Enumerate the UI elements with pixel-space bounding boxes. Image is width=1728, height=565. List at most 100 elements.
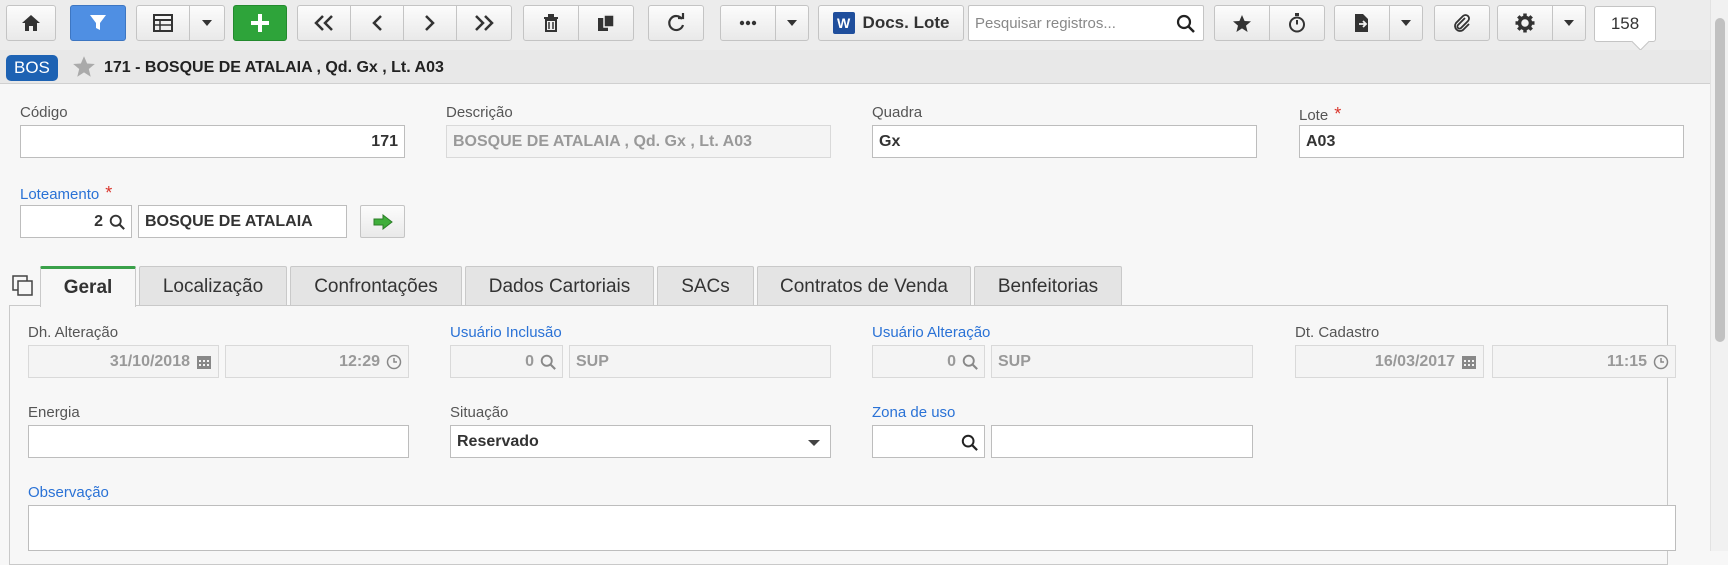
favorite-star-icon[interactable] [72,55,96,78]
document-export-icon [1355,14,1368,32]
module-badge: BOS [6,55,58,81]
dt-cadastro-time: 11:15 [1606,353,1647,370]
word-document-icon: W [832,12,855,34]
codigo-field[interactable]: 171 [20,125,405,158]
last-record-button[interactable] [456,5,512,41]
codigo-label: Código [20,104,68,121]
dh-alteracao-time: 12:29 [339,353,380,370]
situacao-value: Reservado [457,433,539,450]
more-actions-button[interactable] [720,5,776,41]
situacao-label: Situação [450,404,509,421]
next-record-button[interactable] [403,5,457,41]
plus-icon [251,14,269,32]
home-icon [22,15,40,31]
ellipsis-icon [739,20,757,26]
table-icon [153,14,173,32]
timer-button[interactable] [1269,5,1325,41]
search-box [968,5,1204,41]
dh-alteracao-label: Dh. Alteração [28,324,119,341]
usuario-alteracao-code-field: 0 [872,345,985,378]
delete-button[interactable] [523,5,579,41]
loteamento-code-field[interactable]: 2 [20,205,132,238]
usuario-inclusao-code-field: 0 [450,345,563,378]
energia-field[interactable] [28,425,409,458]
loteamento-label[interactable]: Loteamento * [20,183,112,204]
search-icon [540,354,556,370]
loteamento-name-field[interactable]: BOSQUE DE ATALAIA [138,205,347,238]
lote-label: Lote * [1299,104,1341,125]
export-dropdown[interactable] [1389,5,1423,41]
dh-alteracao-date-field: 31/10/2018 [28,345,219,378]
dh-alteracao-date: 31/10/2018 [109,353,190,370]
search-input[interactable] [969,6,1169,40]
usuario-alteracao-label[interactable]: Usuário Alteração [872,324,990,341]
quadra-label: Quadra [872,104,923,121]
descricao-field: BOSQUE DE ATALAIA , Qd. Gx , Lt. A03 [446,125,831,158]
required-mark: * [105,183,113,203]
star-icon [1233,14,1251,32]
trash-icon [544,14,558,32]
stopwatch-icon [1289,13,1305,33]
docs-lote-label: Docs. Lote [862,13,950,32]
lote-field[interactable]: A03 [1299,125,1684,158]
refresh-icon [668,13,685,32]
observacao-textarea[interactable] [28,505,1676,551]
home-button[interactable] [6,5,56,41]
tab-sacs[interactable]: SACs [657,266,754,306]
usuario-alteracao-code: 0 [947,353,956,370]
dh-alteracao-time-field: 12:29 [225,345,409,378]
export-button[interactable] [1334,5,1390,41]
chevron-down-icon [202,20,212,26]
open-loteamento-button[interactable] [360,205,405,238]
zona-de-uso-label[interactable]: Zona de uso [872,404,955,421]
previous-record-button[interactable] [350,5,404,41]
more-actions-dropdown[interactable] [775,5,809,41]
usuario-inclusao-code: 0 [525,353,534,370]
tab-contratos-de-venda[interactable]: Contratos de Venda [757,266,971,306]
zona-de-uso-name-field[interactable] [991,425,1253,458]
docs-lote-button[interactable]: W Docs. Lote [818,5,964,41]
usuario-inclusao-label[interactable]: Usuário Inclusão [450,324,562,341]
tab-confrontacoes[interactable]: Confrontações [290,266,462,306]
calendar-icon [197,356,211,369]
lote-label-text: Lote [1299,107,1329,124]
add-record-button[interactable] [233,5,287,41]
search-icon[interactable] [1176,14,1195,33]
scrollbar-thumb[interactable] [1715,18,1725,342]
clock-icon [1653,354,1669,370]
arrow-right-icon [373,213,393,230]
tab-geral[interactable]: Geral [40,266,136,307]
double-chevron-right-icon [475,15,494,31]
chevron-down-icon [787,20,797,26]
gear-icon [1515,13,1535,33]
tab-benfeitorias[interactable]: Benfeitorias [974,266,1122,306]
search-icon[interactable] [109,214,125,230]
first-record-button[interactable] [297,5,351,41]
search-icon[interactable] [961,434,978,451]
dt-cadastro-date: 16/03/2017 [1374,353,1455,370]
copy-tabs-icon[interactable] [12,275,34,297]
tab-dados-cartoriais[interactable]: Dados Cartoriais [465,266,654,306]
chevron-right-icon [425,15,435,31]
grid-view-dropdown[interactable] [189,5,225,41]
filter-button[interactable] [70,5,126,41]
quadra-field[interactable]: Gx [872,125,1257,158]
situacao-select[interactable]: Reservado [450,425,831,458]
refresh-button[interactable] [648,5,704,41]
filter-icon [90,15,106,30]
observacao-label[interactable]: Observação [28,484,109,501]
grid-view-button[interactable] [136,5,190,41]
record-count: 158 [1594,6,1656,42]
dt-cadastro-time-field: 11:15 [1492,345,1676,378]
page-scrollbar[interactable] [1710,0,1728,551]
chevron-down-icon [808,440,820,446]
settings-button[interactable] [1497,5,1553,41]
tab-localizacao[interactable]: Localização [139,266,287,306]
attachments-button[interactable] [1434,5,1490,41]
required-mark: * [1334,104,1342,124]
duplicate-button[interactable] [578,5,634,41]
loteamento-code: 2 [94,213,103,230]
settings-dropdown[interactable] [1552,5,1586,41]
zona-de-uso-code-field[interactable] [872,425,985,458]
favorite-button[interactable] [1214,5,1270,41]
